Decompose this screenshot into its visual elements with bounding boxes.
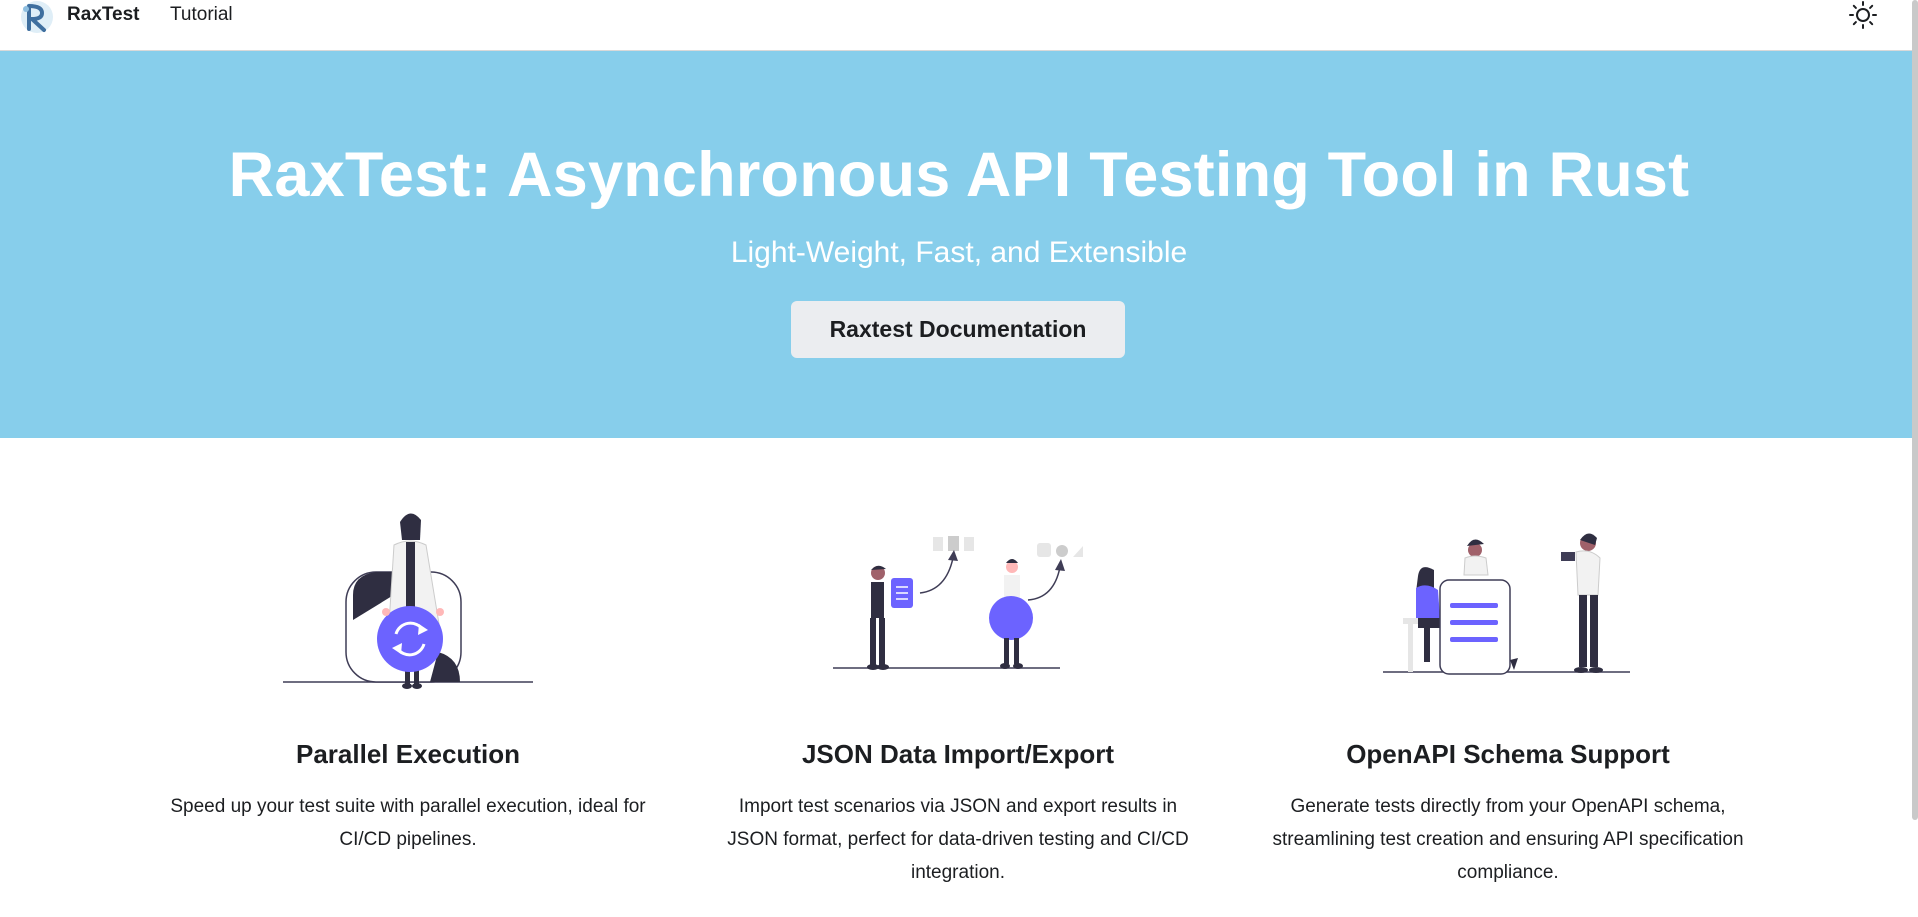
- feature-description: Import test scenarios via JSON and expor…: [727, 796, 1189, 883]
- team-with-document-illustration: [1383, 533, 1630, 675]
- person-with-sync-icon-illustration: [283, 513, 533, 689]
- raxtest-logo-icon[interactable]: [20, 0, 54, 34]
- hero-banner: RaxTest: Asynchronous API Testing Tool i…: [0, 51, 1918, 438]
- feature-title: JSON Data Import/Export: [801, 739, 1115, 769]
- people-exchanging-documents-illustration: [833, 536, 1083, 670]
- sun-icon[interactable]: [1848, 0, 1878, 30]
- feature-description: Speed up your test suite with parallel e…: [170, 796, 646, 850]
- feature-card-openapi-schema: OpenAPI Schema Support Generate tests di…: [1248, 500, 1768, 883]
- hero-subtitle: Light-Weight, Fast, and Extensible: [730, 236, 1188, 269]
- brand-title[interactable]: RaxTest: [67, 4, 140, 26]
- feature-title: OpenAPI Schema Support: [1346, 739, 1670, 769]
- page-scrollbar[interactable]: [1912, 0, 1918, 820]
- documentation-button[interactable]: Raxtest Documentation: [791, 301, 1125, 358]
- feature-card-json-data: JSON Data Import/Export Import test scen…: [698, 500, 1218, 883]
- hero-title: RaxTest: Asynchronous API Testing Tool i…: [228, 140, 1690, 210]
- feature-title: Parallel Execution: [296, 739, 520, 769]
- nav-link-tutorial[interactable]: Tutorial: [170, 4, 233, 26]
- feature-card-parallel-execution: Parallel Execution Speed up your test su…: [148, 500, 668, 850]
- navbar: RaxTest Tutorial: [0, 0, 1918, 51]
- feature-description: Generate tests directly from your OpenAP…: [1272, 796, 1744, 883]
